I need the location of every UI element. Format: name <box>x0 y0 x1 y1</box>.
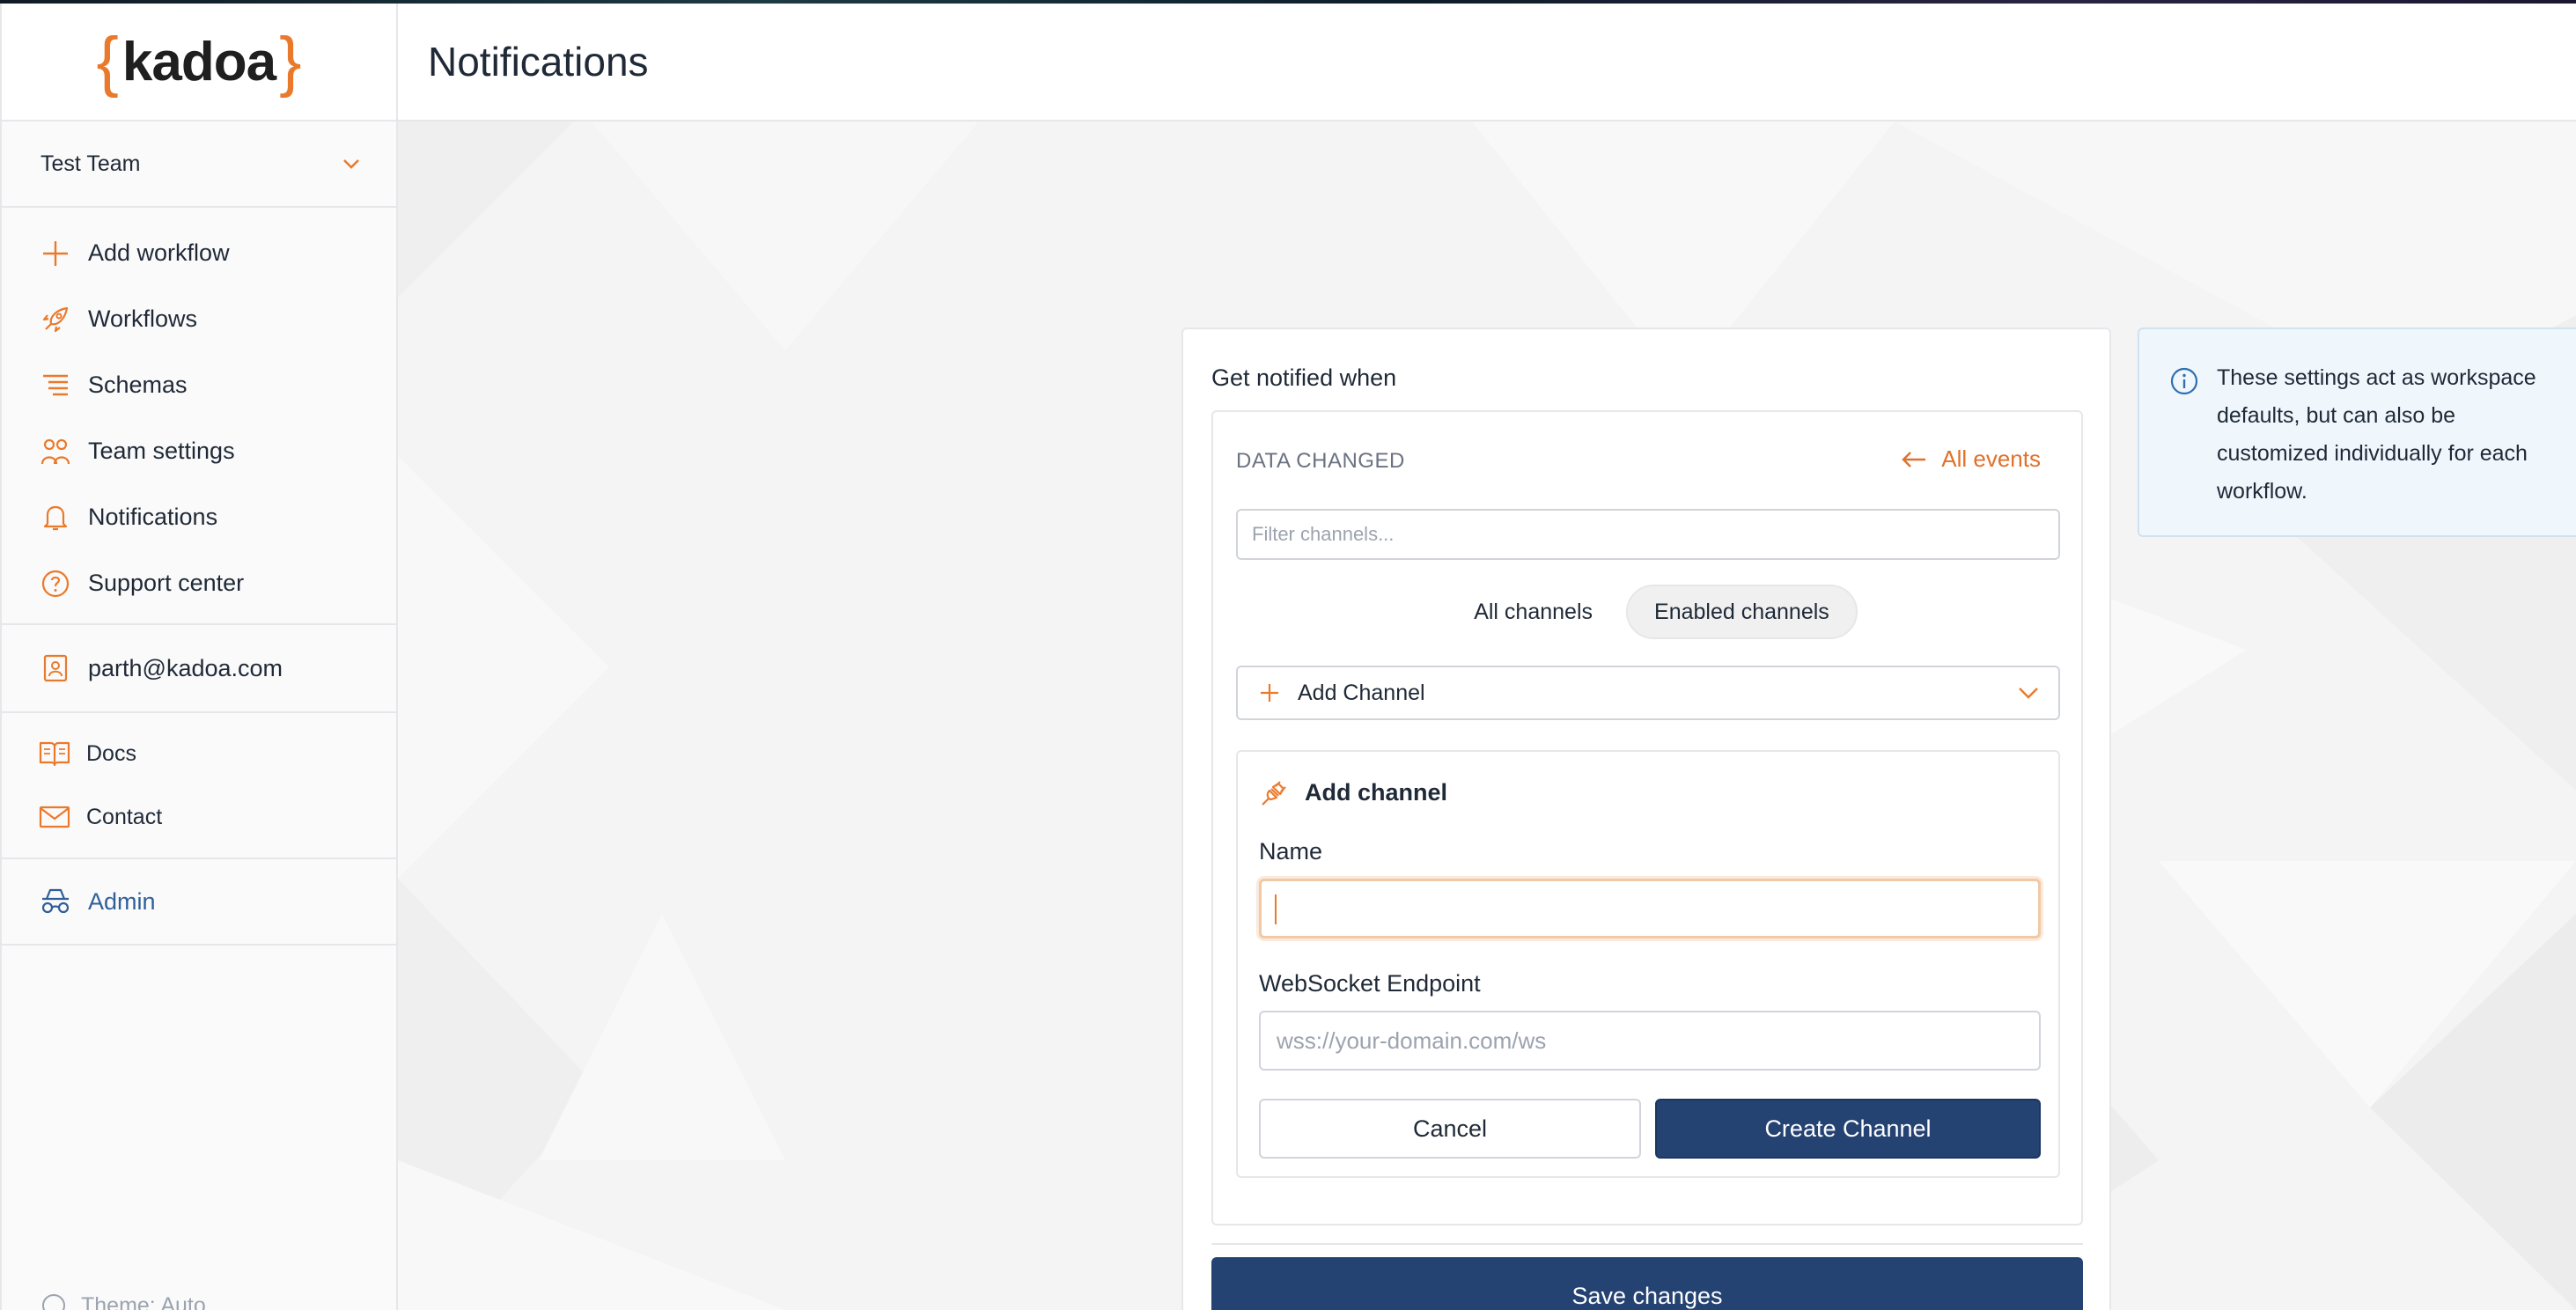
all-events-link[interactable]: All events <box>1901 445 2041 473</box>
sidebar-item-label: Team settings <box>88 438 235 464</box>
sidebar: { kadoa } Test Team Add workflow Workflo… <box>0 4 398 1310</box>
text-cursor <box>1275 894 1277 924</box>
add-channel-form: Add channel Name WebSocket Endpoint Canc… <box>1236 750 2060 1178</box>
save-changes-button[interactable]: Save changes <box>1211 1257 2083 1310</box>
mail-icon <box>39 803 70 831</box>
team-name: Test Team <box>40 151 141 176</box>
channel-tabs: All channels Enabled channels <box>1213 585 2085 639</box>
sidebar-item-notifications[interactable]: Notifications <box>2 484 396 550</box>
add-channel-label: Add Channel <box>1298 680 1425 705</box>
divider <box>1211 1243 2083 1245</box>
chevron-down-icon <box>342 154 361 173</box>
notification-settings-card: Get notified when DATA CHANGED All event… <box>1181 328 2111 1310</box>
add-channel-form-label: Add channel <box>1305 778 1448 806</box>
logo-open-brace: { <box>96 24 119 99</box>
theme-icon <box>40 1292 67 1310</box>
info-text: These settings act as workspace defaults… <box>2217 365 2536 504</box>
add-channel-form-title: Add channel <box>1259 776 1447 808</box>
card-title: Get notified when <box>1211 364 1397 391</box>
schema-icon <box>40 371 70 401</box>
sidebar-item-label: Notifications <box>88 504 218 530</box>
websocket-endpoint-field[interactable] <box>1259 1011 2041 1071</box>
bell-icon <box>40 503 70 533</box>
book-icon <box>39 740 70 768</box>
sidebar-links: Docs Contact <box>2 713 396 859</box>
theme-label: Theme: Auto <box>81 1292 206 1310</box>
sidebar-item-team-settings[interactable]: Team settings <box>2 418 396 484</box>
logo-close-brace: } <box>279 24 302 99</box>
account-item[interactable]: parth@kadoa.com <box>2 625 396 713</box>
create-channel-button[interactable]: Create Channel <box>1655 1099 2041 1159</box>
sidebar-item-label: Workflows <box>88 305 198 332</box>
chevron-down-icon <box>2016 681 2041 705</box>
arrow-left-icon <box>1901 450 1927 469</box>
incognito-icon <box>39 887 72 916</box>
sidebar-item-label: Docs <box>86 740 136 766</box>
sidebar-item-docs[interactable]: Docs <box>2 722 396 785</box>
logo-wordmark: kadoa <box>121 31 276 92</box>
name-field[interactable] <box>1259 879 2041 938</box>
sidebar-item-label: Contact <box>86 804 163 829</box>
name-label: Name <box>1259 838 1323 865</box>
event-heading: DATA CHANGED <box>1236 449 1405 473</box>
info-icon <box>2169 366 2199 396</box>
sidebar-item-workflows[interactable]: Workflows <box>2 286 396 352</box>
tab-all-channels[interactable]: All channels <box>1440 585 1626 639</box>
all-events-label: All events <box>1941 445 2041 472</box>
websocket-endpoint-label: WebSocket Endpoint <box>1259 970 1481 997</box>
plus-icon <box>1259 682 1280 703</box>
user-badge-icon <box>40 653 70 683</box>
account-email: parth@kadoa.com <box>88 654 283 681</box>
sidebar-item-label: Admin <box>88 887 156 915</box>
main-content: Get notified when DATA CHANGED All event… <box>398 121 2576 1310</box>
rocket-icon <box>40 305 70 335</box>
add-channel-dropdown[interactable]: Add Channel <box>1236 666 2060 720</box>
sidebar-nav: Add workflow Workflows Schemas Team sett… <box>2 208 396 625</box>
info-callout: These settings act as workspace defaults… <box>2138 328 2576 537</box>
page-header: Notifications <box>398 4 2576 121</box>
cancel-button[interactable]: Cancel <box>1259 1099 1641 1159</box>
event-panel: DATA CHANGED All events All channels Ena… <box>1211 410 2083 1225</box>
page-title: Notifications <box>428 39 649 85</box>
sidebar-item-label: Support center <box>88 570 245 596</box>
sidebar-item-contact[interactable]: Contact <box>2 785 396 849</box>
plug-icon <box>1259 776 1291 808</box>
sidebar-item-label: Schemas <box>88 372 188 398</box>
filter-channels-input[interactable] <box>1236 509 2060 560</box>
sidebar-item-schemas[interactable]: Schemas <box>2 352 396 418</box>
tab-enabled-channels[interactable]: Enabled channels <box>1626 585 1858 639</box>
sidebar-item-admin[interactable]: Admin <box>2 859 396 946</box>
team-selector[interactable]: Test Team <box>2 121 396 208</box>
sidebar-item-support-center[interactable]: Support center <box>2 550 396 616</box>
sidebar-item-label: Add workflow <box>88 239 230 266</box>
logo[interactable]: { kadoa } <box>2 4 396 121</box>
help-icon <box>40 569 70 599</box>
plus-icon <box>40 239 70 269</box>
team-icon <box>40 437 70 467</box>
theme-toggle[interactable]: Theme: Auto <box>40 1292 206 1310</box>
sidebar-item-add-workflow[interactable]: Add workflow <box>2 220 396 286</box>
